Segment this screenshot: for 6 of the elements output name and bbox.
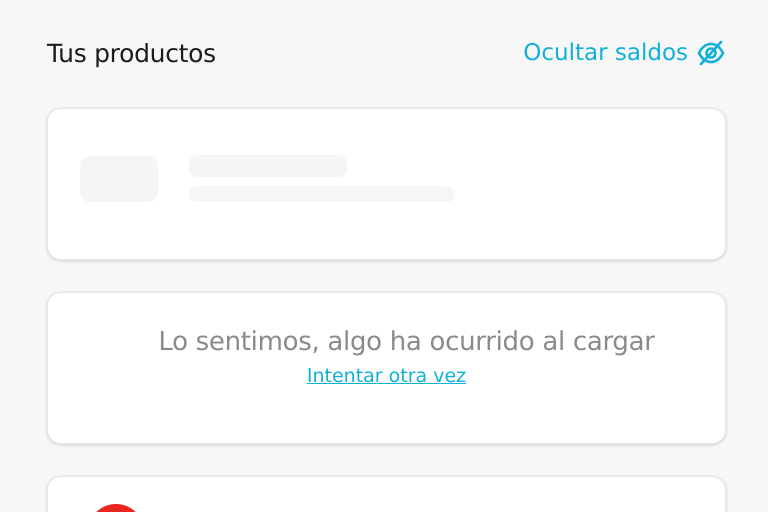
error-message: Lo sentimos, algo ha ocurrido al cargar: [157, 327, 655, 357]
hide-eye-icon[interactable]: [696, 38, 726, 68]
hide-balances-link[interactable]: Ocultar saldos: [523, 38, 726, 68]
retry-link[interactable]: Intentar otra vez: [306, 365, 466, 387]
section-title: Tus productos: [47, 38, 216, 68]
product-card[interactable]: Lo sentimos, algo ha ocurrido al cargar Intentar otra vez: [47, 292, 726, 444]
